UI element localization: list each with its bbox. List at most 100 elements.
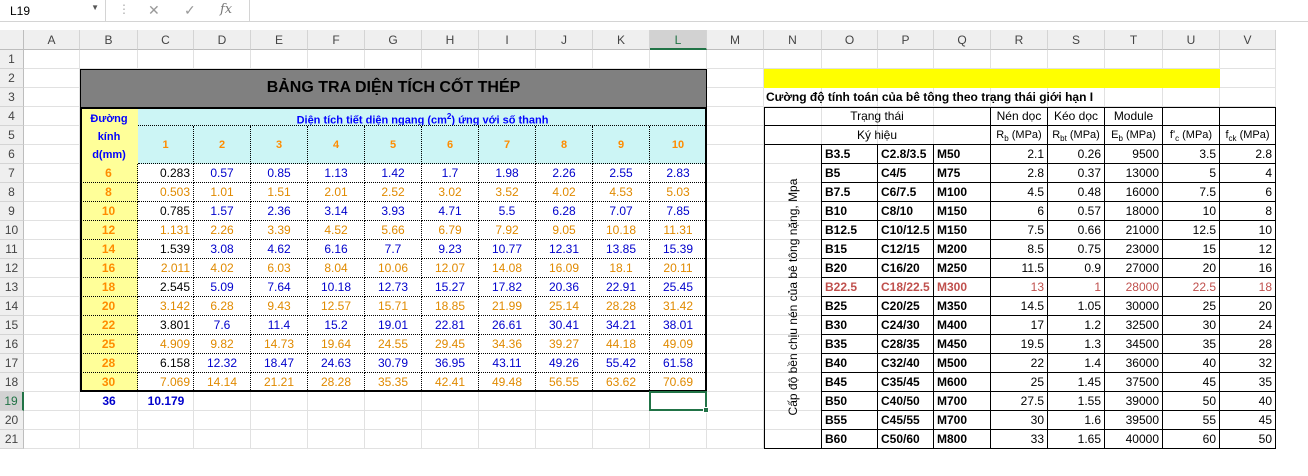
area-value: 2.26 [194,221,251,240]
grade-c: C6/7.5 [878,183,934,202]
fc-value: 15 [1163,240,1220,259]
fck-value: 35 [1220,373,1276,392]
column-header-q[interactable]: Q [934,30,991,50]
rbt-value: 0.66 [1048,221,1105,240]
column-header-v[interactable]: V [1220,30,1276,50]
column-header-l[interactable]: L [650,30,707,50]
diameter-value: 8 [80,183,138,202]
area-value: 15.2 [308,316,365,335]
area-value: 12.32 [194,354,251,373]
column-header-s[interactable]: S [1048,30,1105,50]
area-value: 4.909 [138,335,194,354]
row-header-20[interactable]: 20 [0,411,24,430]
row-header-5[interactable]: 5 [0,126,24,145]
area-value: 12.31 [536,240,593,259]
diameter-value: 10 [80,202,138,221]
row-header-16[interactable]: 16 [0,335,24,354]
area-value: 17.82 [479,278,536,297]
row-header-11[interactable]: 11 [0,240,24,259]
area-value: 43.11 [479,354,536,373]
rbt-value: 1.65 [1048,430,1105,449]
row-header-8[interactable]: 8 [0,183,24,202]
area-value: 34.36 [479,335,536,354]
formula-input[interactable] [250,0,1308,22]
fck-value: 32 [1220,354,1276,373]
column-header-a[interactable]: A [24,30,80,50]
row-header-21[interactable]: 21 [0,430,24,449]
area-value: 4.71 [422,202,479,221]
row-header-17[interactable]: 17 [0,354,24,373]
area-value: 49.48 [479,373,536,392]
area-value: 5.5 [479,202,536,221]
rbt-value: 1 [1048,278,1105,297]
row-header-3[interactable]: 3 [0,88,24,107]
row-header-12[interactable]: 12 [0,259,24,278]
area-value: 21.99 [479,297,536,316]
fill-handle[interactable] [703,407,709,413]
column-header-f[interactable]: F [308,30,365,50]
area-value: 9.43 [251,297,308,316]
area-value: 24.63 [308,354,365,373]
column-header-o[interactable]: O [822,30,878,50]
eb-value: 34500 [1105,335,1163,354]
column-header-m[interactable]: M [707,30,764,50]
grade-c: C40/50 [878,392,934,411]
column-header-d[interactable]: D [194,30,251,50]
area-value: 6.16 [308,240,365,259]
row-header-1[interactable]: 1 [0,50,24,69]
rbt-value: 0.37 [1048,164,1105,183]
row-header-6[interactable]: 6 [0,145,24,164]
column-header-n[interactable]: N [764,30,822,50]
row-header-15[interactable]: 15 [0,316,24,335]
column-header-g[interactable]: G [365,30,422,50]
column-header-u[interactable]: U [1163,30,1220,50]
selected-cell-l19[interactable] [649,391,707,411]
rbt-value: 0.57 [1048,202,1105,221]
symbol-header: Ký hiệu [764,126,991,145]
column-header-c[interactable]: C [138,30,194,50]
area-value: 16.09 [536,259,593,278]
area-value: 3.52 [479,183,536,202]
cancel-icon[interactable]: ✕ [148,2,160,19]
row-header-9[interactable]: 9 [0,202,24,221]
rb-value: 11.5 [991,259,1048,278]
check-icon[interactable]: ✓ [184,2,196,19]
fck-value: 18 [1220,278,1276,297]
area-header-suffix: ) ứng với số thanh [451,114,549,126]
row-header-18[interactable]: 18 [0,373,24,392]
unit-fck: fck (MPa) [1220,126,1276,145]
area-value: 1.131 [138,221,194,240]
row-header-19[interactable]: 19 [0,392,24,411]
rb-value: 22 [991,354,1048,373]
chevron-down-icon[interactable]: ▼ [91,3,99,12]
unit-rb-unit: (MPa) [1008,129,1042,141]
row-header-7[interactable]: 7 [0,164,24,183]
column-header-i[interactable]: I [479,30,536,50]
row-header-13[interactable]: 13 [0,278,24,297]
select-all-corner[interactable] [0,30,24,50]
column-header-j[interactable]: J [536,30,593,50]
row-header-10[interactable]: 10 [0,221,24,240]
row-header-2[interactable]: 2 [0,69,24,88]
function-icon[interactable]: fx [220,2,232,17]
diameter-header: Đường kính d(mm) [80,107,138,164]
eb-value: 40000 [1105,430,1163,449]
column-header-h[interactable]: H [422,30,479,50]
area-value: 10.77 [479,240,536,259]
row-header-4[interactable]: 4 [0,107,24,126]
fck-value: 20 [1220,297,1276,316]
area-value: 2.26 [536,164,593,183]
row-header-14[interactable]: 14 [0,297,24,316]
fck-value: 45 [1220,411,1276,430]
column-header-b[interactable]: B [80,30,138,50]
area-value: 7.64 [251,278,308,297]
area-value: 15.71 [365,297,422,316]
column-header-e[interactable]: E [251,30,308,50]
area-value: 49.09 [650,335,707,354]
column-header-r[interactable]: R [991,30,1048,50]
column-header-p[interactable]: P [878,30,934,50]
name-box[interactable]: L19 ▼ [0,0,106,22]
column-header-k[interactable]: K [593,30,650,50]
grade-m: M450 [934,335,991,354]
column-header-t[interactable]: T [1105,30,1163,50]
